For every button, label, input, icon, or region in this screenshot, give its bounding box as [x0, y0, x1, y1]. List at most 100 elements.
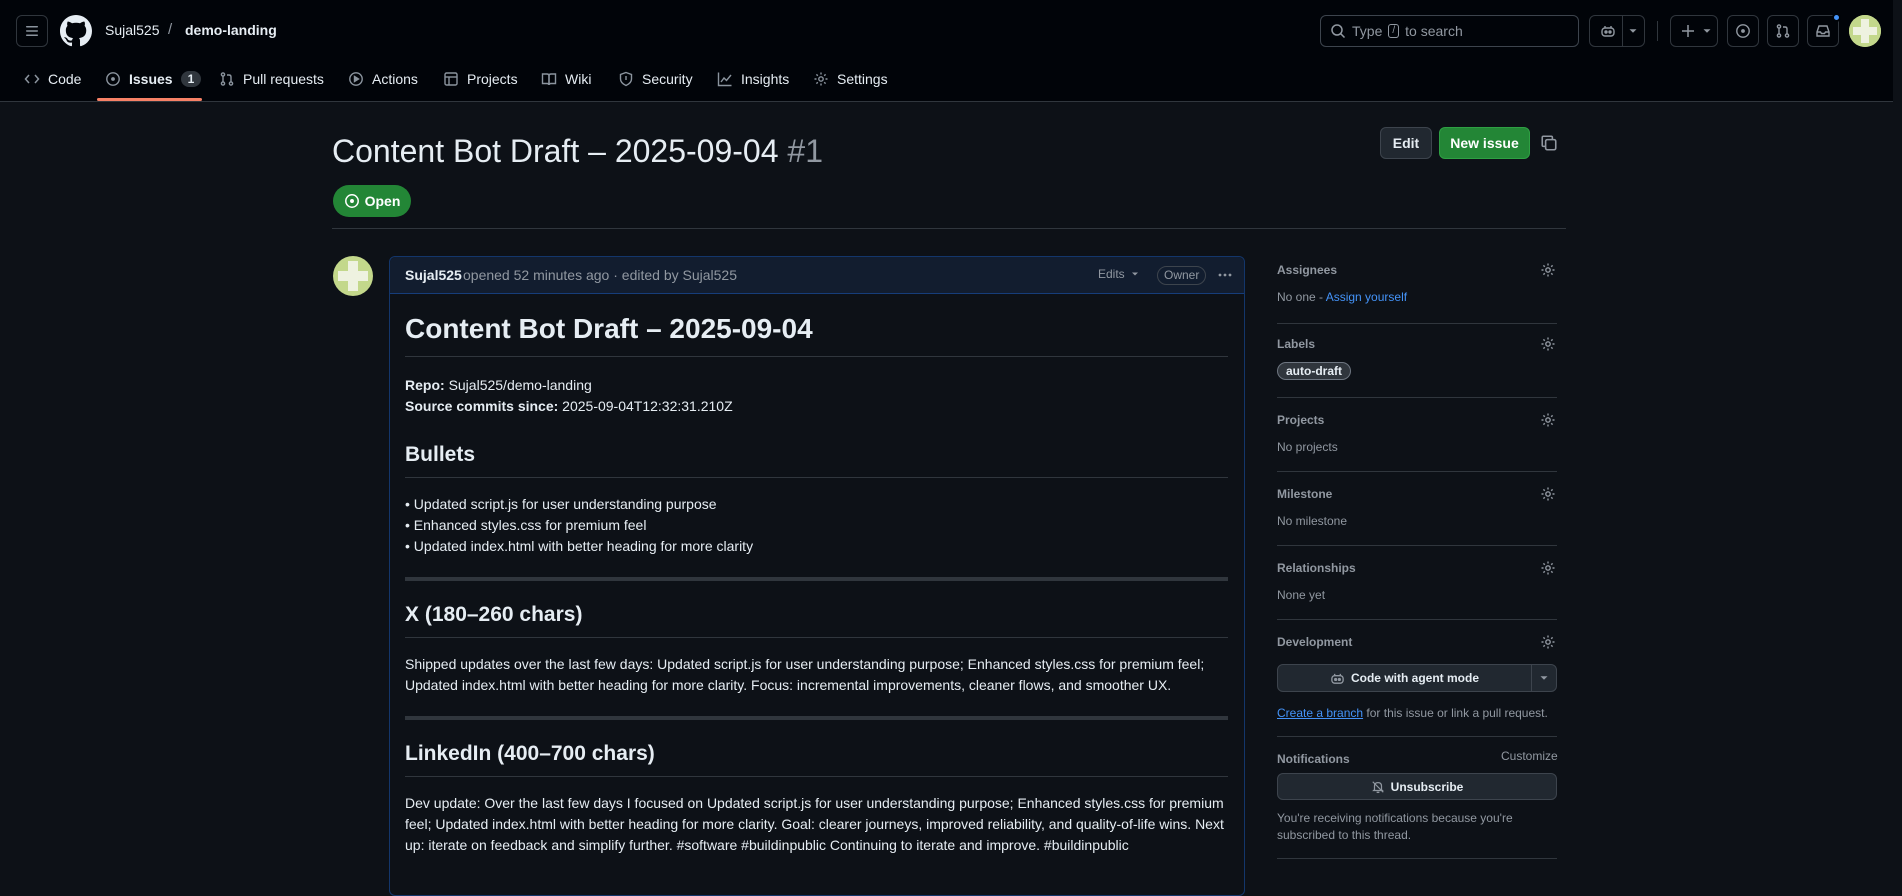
- tab-security[interactable]: Security: [618, 64, 693, 94]
- comment-author[interactable]: Sujal525: [405, 267, 462, 283]
- copilot-button[interactable]: [1589, 15, 1645, 47]
- assignees-none: No one -: [1277, 290, 1324, 304]
- gear-icon[interactable]: [1540, 336, 1556, 352]
- gear-icon: [814, 72, 828, 86]
- code-icon: [24, 74, 40, 84]
- play-icon: [349, 72, 363, 86]
- copilot-icon: [1601, 26, 1615, 37]
- tab-settings-label: Settings: [837, 71, 888, 87]
- development-title[interactable]: Development: [1277, 635, 1352, 649]
- body-heading: Content Bot Draft – 2025-09-04: [405, 312, 1228, 357]
- graph-icon: [717, 72, 732, 87]
- tab-issues[interactable]: Issues 1: [105, 64, 202, 94]
- issue-number: #1: [787, 133, 823, 169]
- issue-opened-icon: [1736, 24, 1750, 38]
- divider: [1277, 619, 1557, 620]
- tab-actions[interactable]: Actions: [348, 64, 418, 94]
- create-new-button[interactable]: [1670, 15, 1718, 47]
- git-pull-request-icon: [220, 72, 234, 86]
- assignees-title[interactable]: Assignees: [1277, 263, 1337, 277]
- status-label: Open: [364, 193, 401, 209]
- chevron-down-icon: [1131, 272, 1138, 276]
- search-input[interactable]: Type / to search: [1320, 15, 1579, 47]
- milestone-value: No milestone: [1277, 514, 1348, 528]
- hamburger-icon: [26, 26, 38, 36]
- table-icon: [444, 72, 458, 86]
- edits-dropdown[interactable]: Edits: [1098, 267, 1141, 281]
- tab-insights-label: Insights: [741, 71, 790, 87]
- new-issue-button[interactable]: New issue: [1439, 127, 1530, 159]
- issue-opened-icon: [344, 194, 359, 208]
- unsubscribe-label: Unsubscribe: [1390, 779, 1464, 794]
- tab-code[interactable]: Code: [24, 64, 81, 94]
- edit-button[interactable]: Edit: [1380, 127, 1432, 159]
- relationships-value: None yet: [1277, 588, 1326, 602]
- top-header: Sujal525 / demo-landing Type / to search…: [0, 0, 1902, 102]
- github-logo-icon[interactable]: [60, 15, 92, 47]
- agent-mode-button[interactable]: Code with agent mode: [1277, 664, 1557, 692]
- comment-meta: opened 52 minutes ago · edited by Sujal5…: [463, 267, 737, 283]
- issues-button[interactable]: [1727, 15, 1759, 47]
- chevron-down-icon: [1629, 29, 1637, 33]
- tab-pull-requests[interactable]: Pull requests: [219, 64, 324, 94]
- gear-icon[interactable]: [1540, 486, 1556, 502]
- tab-wiki[interactable]: Wiki: [541, 64, 591, 94]
- tab-issues-label: Issues: [129, 71, 173, 87]
- repo-owner-link[interactable]: Sujal525: [105, 22, 160, 38]
- projects-title[interactable]: Projects: [1277, 413, 1324, 427]
- author-avatar[interactable]: [333, 256, 373, 296]
- labels-title[interactable]: Labels: [1277, 337, 1315, 351]
- gear-icon[interactable]: [1540, 634, 1556, 650]
- repo-name-link[interactable]: demo-landing: [185, 22, 277, 38]
- repo-line: Repo: Sujal525/demo-landing: [405, 375, 1228, 396]
- relationships-title[interactable]: Relationships: [1277, 561, 1356, 575]
- section-divider: [405, 716, 1228, 720]
- assign-yourself-link[interactable]: Assign yourself: [1326, 290, 1407, 304]
- copilot-icon: [1331, 673, 1344, 684]
- unsubscribe-button[interactable]: Unsubscribe: [1277, 773, 1557, 800]
- gear-icon[interactable]: [1540, 262, 1556, 278]
- notification-reason: You're receiving notifications because y…: [1277, 811, 1513, 842]
- shield-icon: [619, 71, 633, 87]
- create-branch-link[interactable]: Create a branch: [1277, 706, 1363, 720]
- bullets-heading: Bullets: [405, 441, 1228, 478]
- user-avatar[interactable]: [1849, 15, 1881, 47]
- tab-actions-label: Actions: [372, 71, 418, 87]
- copy-link-icon[interactable]: [1540, 134, 1558, 152]
- commits-label: Source commits since:: [405, 398, 559, 414]
- divider: [1277, 471, 1557, 472]
- tab-projects[interactable]: Projects: [443, 64, 518, 94]
- x-text: Shipped updates over the last few days: …: [405, 656, 1205, 693]
- inbox-icon: [1816, 25, 1830, 37]
- label-chip[interactable]: auto-draft: [1277, 362, 1351, 380]
- divider: [1277, 397, 1557, 398]
- git-pull-request-icon: [1776, 24, 1790, 38]
- bullet-list: • Updated script.js for user understandi…: [405, 494, 1228, 557]
- pull-requests-button[interactable]: [1767, 15, 1799, 47]
- edits-label: Edits: [1098, 267, 1125, 281]
- gear-icon[interactable]: [1540, 560, 1556, 576]
- kebab-icon[interactable]: [1217, 267, 1235, 283]
- tab-pull-requests-label: Pull requests: [243, 71, 324, 87]
- book-icon: [541, 73, 557, 86]
- commits-value: 2025-09-04T12:32:31.210Z: [562, 398, 733, 414]
- tab-wiki-label: Wiki: [565, 71, 592, 87]
- customize-link[interactable]: Customize: [1501, 749, 1558, 763]
- issue-opened-icon: [106, 72, 120, 86]
- issue-title-text: Content Bot Draft – 2025-09-04: [332, 133, 779, 169]
- active-tab-underline: [97, 98, 202, 101]
- chevron-down-icon[interactable]: [1537, 671, 1551, 685]
- x-heading: X (180–260 chars): [405, 601, 1228, 638]
- tab-insights[interactable]: Insights: [717, 64, 789, 94]
- repo-label: Repo:: [405, 377, 445, 393]
- scrollbar[interactable]: [1893, 0, 1902, 871]
- menu-button[interactable]: [16, 15, 48, 47]
- milestone-title[interactable]: Milestone: [1277, 487, 1332, 501]
- tab-projects-label: Projects: [467, 71, 518, 87]
- tab-settings[interactable]: Settings: [813, 64, 888, 94]
- search-prefix: Type: [1352, 23, 1383, 39]
- breadcrumb-separator: /: [168, 21, 173, 38]
- agent-mode-label: Code with agent mode: [1350, 671, 1479, 685]
- gear-icon[interactable]: [1540, 412, 1556, 428]
- commits-line: Source commits since: 2025-09-04T12:32:3…: [405, 396, 1228, 417]
